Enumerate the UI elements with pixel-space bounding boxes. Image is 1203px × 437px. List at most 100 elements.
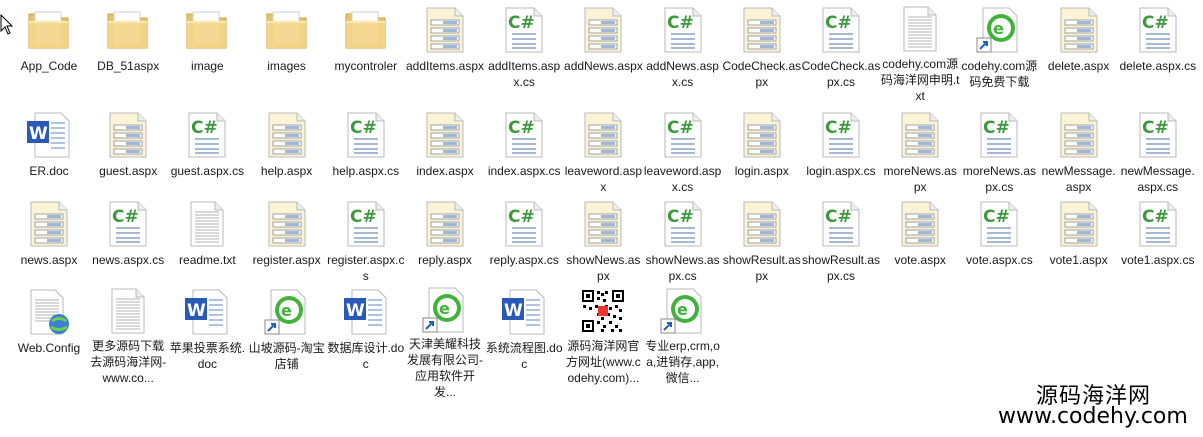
aspx-icon (260, 198, 314, 250)
file-label: image (191, 59, 224, 73)
word-icon: W (22, 109, 76, 161)
svg-text:C#: C# (825, 118, 852, 138)
aspx-icon (22, 198, 76, 250)
file-item[interactable]: guest.aspx (88, 109, 168, 209)
file-item[interactable]: delete.aspx (1039, 4, 1119, 104)
file-label: DB_51aspx (97, 59, 160, 73)
file-label: ER.doc (29, 164, 69, 178)
file-label: index.aspx.cs (487, 164, 561, 178)
file-item[interactable]: C# index.aspx.cs (484, 109, 564, 209)
file-item[interactable]: codehy.com源码海洋网申明.txt (880, 4, 960, 104)
file-item[interactable]: e codehy.com源码免费下载 (959, 4, 1039, 104)
file-label: login.aspx.cs (806, 164, 876, 178)
file-item[interactable]: showResult.aspx (722, 198, 802, 298)
file-item[interactable]: leaveword.aspx (563, 109, 643, 209)
aspx-icon (418, 4, 472, 56)
file-label: codehy.com源码海洋网申明.txt (880, 57, 960, 103)
aspx-icon (576, 4, 630, 56)
svg-text:C#: C# (667, 207, 694, 227)
file-item[interactable]: C# showNews.aspx.cs (643, 198, 723, 298)
file-item[interactable]: e 天津美耀科技发展有限公司-应用软件开发... (405, 286, 485, 399)
file-item[interactable]: C# addNews.aspx.cs (643, 4, 723, 104)
file-label: 更多源码下载去源码海洋网-www.co... (90, 339, 167, 385)
file-item[interactable]: C# CodeCheck.aspx.cs (801, 4, 881, 104)
file-item[interactable]: C# moreNews.aspx.cs (959, 109, 1039, 209)
svg-text:C#: C# (112, 207, 139, 227)
file-item[interactable]: register.aspx (247, 198, 327, 298)
csharp-icon: C# (339, 109, 393, 161)
file-label: newMessage.aspx.cs (1120, 164, 1195, 194)
file-item[interactable]: vote1.aspx (1039, 198, 1119, 298)
svg-text:W: W (346, 301, 365, 321)
file-item[interactable]: C# delete.aspx.cs (1118, 4, 1198, 104)
csharp-icon: C# (656, 198, 710, 250)
file-item[interactable]: addNews.aspx (563, 4, 643, 104)
file-item[interactable]: DB_51aspx (88, 4, 168, 104)
file-item[interactable]: C# guest.aspx.cs (167, 109, 247, 209)
file-item[interactable]: C# help.aspx.cs (326, 109, 406, 209)
file-item[interactable]: C# reply.aspx.cs (484, 198, 564, 298)
file-item[interactable]: C# login.aspx.cs (801, 109, 881, 209)
file-item[interactable]: C# vote.aspx.cs (959, 198, 1039, 298)
svg-text:C#: C# (508, 207, 535, 227)
file-item[interactable]: readme.txt (167, 198, 247, 298)
file-item[interactable]: reply.aspx (405, 198, 485, 298)
file-label: addNews.aspx (564, 59, 643, 73)
aspx-icon (735, 109, 789, 161)
shortcut-icon: e (418, 286, 472, 334)
file-item[interactable]: moreNews.aspx (880, 109, 960, 209)
file-label: index.aspx (416, 164, 474, 178)
csharp-icon: C# (1131, 109, 1185, 161)
file-item[interactable]: App_Code (9, 4, 89, 104)
file-item[interactable]: C# newMessage.aspx.cs (1118, 109, 1198, 209)
file-item[interactable]: W 苹果投票系统.doc (167, 286, 247, 386)
svg-text:C#: C# (350, 118, 377, 138)
file-label: news.aspx.cs (92, 253, 165, 267)
file-item[interactable]: index.aspx (405, 109, 485, 209)
file-item[interactable]: help.aspx (247, 109, 327, 209)
file-item[interactable]: addItems.aspx (405, 4, 485, 104)
file-item[interactable]: W 系统流程图.doc (484, 286, 564, 386)
aspx-icon (735, 4, 789, 56)
folder-icon (260, 4, 314, 56)
file-item[interactable]: Web.Config (9, 286, 89, 386)
file-item[interactable]: images (247, 4, 327, 104)
file-item[interactable]: C# news.aspx.cs (88, 198, 168, 298)
file-item[interactable]: C# addItems.aspx.cs (484, 4, 564, 104)
shortcut-icon: e (260, 286, 314, 338)
file-item[interactable]: e 山坡源码-淘宝店铺 (247, 286, 327, 386)
file-item[interactable]: C# leaveword.aspx.cs (643, 109, 723, 209)
file-item[interactable]: image (167, 4, 247, 104)
file-item[interactable]: C# showResult.aspx.cs (801, 198, 881, 298)
file-item[interactable]: login.aspx (722, 109, 802, 209)
svg-text:W: W (187, 301, 206, 321)
file-label: CodeCheck.aspx (722, 59, 802, 89)
file-item[interactable]: newMessage.aspx (1039, 109, 1119, 209)
csharp-icon: C# (497, 198, 551, 250)
file-item[interactable]: e 专业erp,crm,oa,进销存,app,微信... (643, 286, 723, 386)
file-item[interactable]: C# register.aspx.cs (326, 198, 406, 298)
svg-text:C#: C# (508, 118, 535, 138)
file-item[interactable]: CodeCheck.aspx (722, 4, 802, 104)
csharp-icon: C# (814, 198, 868, 250)
file-label: addItems.aspx.cs (488, 59, 561, 89)
file-item[interactable]: W 数据库设计.doc (326, 286, 406, 386)
file-label: addItems.aspx (405, 59, 485, 73)
file-label: showNews.aspx (566, 253, 641, 283)
text-icon (180, 198, 234, 250)
file-item[interactable]: mycontroler (326, 4, 406, 104)
file-item[interactable]: news.aspx (9, 198, 89, 298)
file-item[interactable]: showNews.aspx (563, 198, 643, 298)
svg-text:C#: C# (1142, 118, 1169, 138)
file-item[interactable]: 更多源码下载去源码海洋网-www.co... (88, 286, 168, 386)
file-label: register.aspx.cs (327, 253, 405, 283)
file-item[interactable]: vote.aspx (880, 198, 960, 298)
file-item[interactable]: W ER.doc (9, 109, 89, 209)
file-item[interactable]: C# vote1.aspx.cs (1118, 198, 1198, 298)
folder-icon (22, 4, 76, 56)
file-label: delete.aspx.cs (1119, 59, 1197, 73)
file-label: 源码海洋网官方网址(www.codehy.com)... (566, 339, 641, 385)
svg-text:C#: C# (825, 207, 852, 227)
file-item[interactable]: 源码海洋网官方网址(www.codehy.com)... (563, 286, 643, 386)
svg-text:C#: C# (508, 13, 535, 33)
